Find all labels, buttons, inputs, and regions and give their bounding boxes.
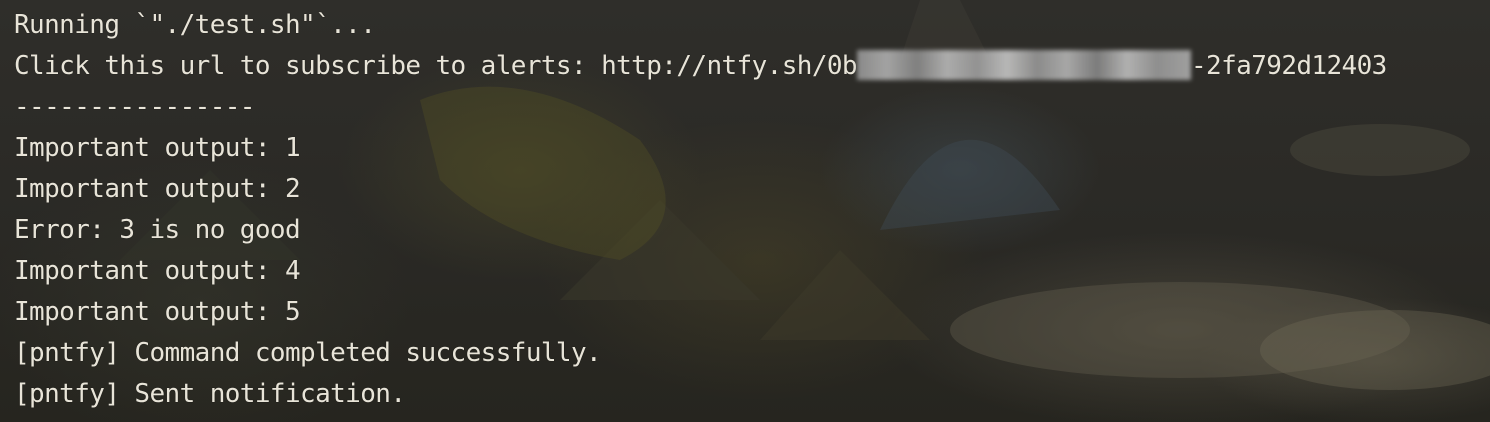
redacted-url-segment — [857, 49, 1191, 80]
terminal-line-command-completed: [pntfy] Command completed successfully. — [14, 338, 602, 368]
terminal-line-subscribe-url: Click this url to subscribe to alerts: h… — [14, 46, 1474, 87]
terminal-output: Running `"./test.sh"`... Click this url … — [14, 5, 1474, 415]
terminal-line-running: Running `"./test.sh"`... — [14, 10, 376, 40]
terminal-line-output-5: Important output: 5 — [14, 297, 301, 327]
terminal-line-sent-notification: [pntfy] Sent notification. — [14, 379, 406, 409]
terminal-window[interactable]: Running `"./test.sh"`... Click this url … — [0, 0, 1490, 422]
terminal-line-error-3: Error: 3 is no good — [14, 215, 301, 245]
terminal-line-output-1: Important output: 1 — [14, 133, 301, 163]
subscribe-url-prefix: Click this url to subscribe to alerts: h… — [14, 51, 858, 81]
terminal-line-output-2: Important output: 2 — [14, 174, 301, 204]
subscribe-url-suffix: -2fa792d12403 — [1191, 51, 1387, 81]
terminal-line-output-4: Important output: 4 — [14, 256, 301, 286]
terminal-line-separator: ---------------- — [14, 92, 255, 122]
